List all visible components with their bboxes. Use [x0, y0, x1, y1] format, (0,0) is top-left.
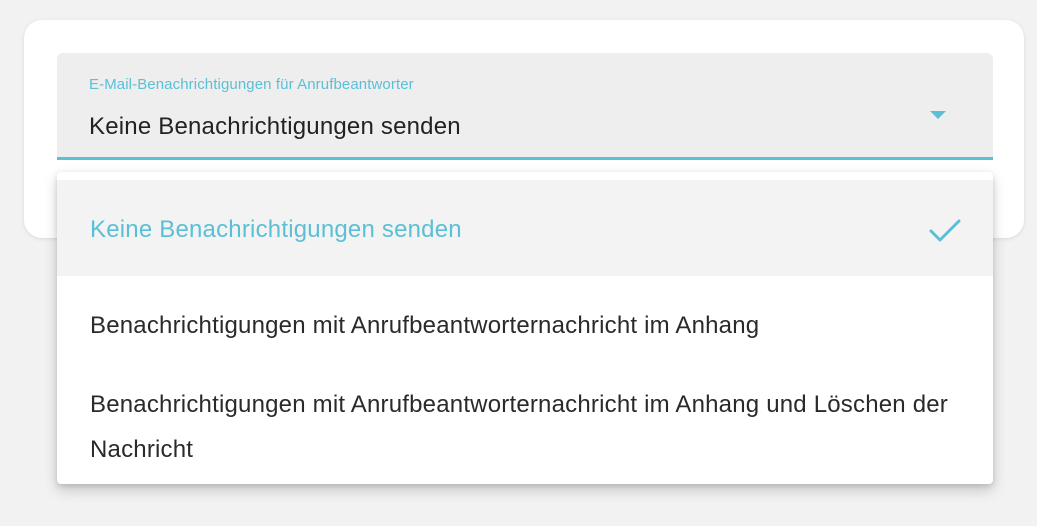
menu-option-label: Keine Benachrichtigungen senden: [90, 216, 462, 243]
menu-option-no-notifications[interactable]: Keine Benachrichtigungen senden: [57, 180, 993, 276]
menu-option-label: Benachrichtigungen mit Anrufbeantwortern…: [90, 391, 948, 463]
caret-down-icon[interactable]: [930, 111, 946, 119]
dropdown-menu: Keine Benachrichtigungen senden Benachri…: [57, 172, 993, 484]
menu-option-label: Benachrichtigungen mit Anrufbeantwortern…: [90, 312, 760, 339]
voicemail-email-notification-select[interactable]: E-Mail-Benachrichtigungen für Anrufbeant…: [57, 53, 993, 160]
select-value: Keine Benachrichtigungen senden: [89, 113, 461, 140]
check-icon: [929, 219, 961, 242]
menu-option-attach-voicemail[interactable]: Benachrichtigungen mit Anrufbeantwortern…: [57, 276, 993, 372]
select-label: E-Mail-Benachrichtigungen für Anrufbeant…: [89, 76, 414, 93]
menu-option-attach-and-delete[interactable]: Benachrichtigungen mit Anrufbeantwortern…: [57, 372, 993, 484]
